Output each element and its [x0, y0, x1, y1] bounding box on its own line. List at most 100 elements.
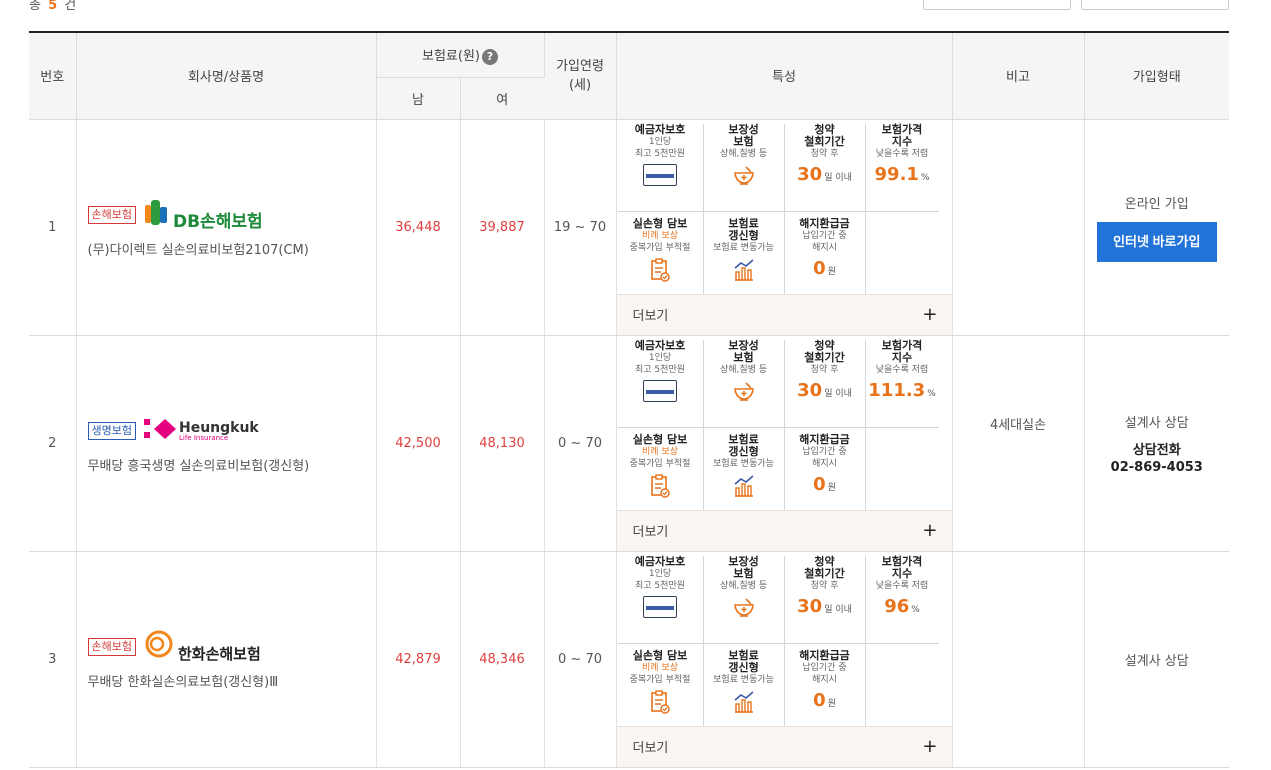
header-company: 회사명/상품명 [76, 32, 377, 120]
heungkuk-logo-icon [143, 418, 176, 440]
plus-icon: + [922, 736, 938, 757]
feature-deposit: 예금자보호 1인당 최고 5천만원 [617, 555, 704, 644]
features-grid: 예금자보호 1인당 최고 5천만원 보장성 보험 상해,질병 등 청약 철회기간 청약 후 … [617, 336, 952, 510]
company-logo: 한화손해보험 [144, 629, 261, 664]
join-age: 0 ~ 70 [544, 551, 617, 768]
join-age: 0 ~ 70 [544, 335, 617, 552]
table-row: 2 생명보험 Heungkuk Life Insurance 무배당 흥국생명 실… [29, 335, 1230, 552]
feature-withdraw: 청약 철회기간 청약 후 30 일 이내 [784, 123, 866, 212]
more-button[interactable]: 더보기 + [616, 509, 952, 551]
insurance-table: 번호 회사명/상품명 보험료(원)? 가입연령 (세) 특성 비고 가입형태 남… [29, 31, 1230, 768]
more-label: 더보기 [632, 525, 669, 540]
header-premium: 보험료(원)? [376, 32, 545, 78]
row-number: 1 [29, 119, 77, 336]
features-grid: 예금자보호 1인당 최고 5천만원 보장성 보험 상해,질병 등 청약 철회기간 청약 후 … [617, 552, 952, 726]
rising-chart-icon [732, 258, 756, 285]
more-label: 더보기 [632, 309, 669, 324]
feature-coverage: 보장성 보험 상해,질병 등 [703, 339, 785, 428]
product-name[interactable]: 무배당 한화실손의료보험(갱신형)Ⅲ [88, 671, 376, 690]
join-type-label: 설계사 상담 [1124, 415, 1189, 431]
feature-real-loss: 실손형 담보 비례 보상 중복가입 부적절 [618, 643, 704, 726]
premium-male: 42,500 [376, 335, 461, 552]
table-row: 1 손해보험 DB손해보험 (무)다이렉트 실손의료비보험2107(CM) 36… [29, 119, 1230, 336]
header-features: 특성 [616, 32, 953, 120]
features-cell: 예금자보호 1인당 최고 5천만원 보장성 보험 상해,질병 등 청약 철회기간 청약 후 … [616, 335, 953, 552]
header-female: 여 [460, 77, 545, 120]
feature-renewal: 보험료 갱신형 보험료 변동가능 [704, 643, 785, 726]
premium-female: 48,346 [460, 551, 545, 768]
header-age: 가입연령 (세) [544, 32, 617, 120]
row-number: 3 [29, 551, 77, 768]
company-cell: 생명보험 Heungkuk Life Insurance 무배당 흥국생명 실손의… [76, 335, 377, 552]
features-cell: 예금자보호 1인당 최고 5천만원 보장성 보험 상해,질병 등 청약 철회기간 청약 후 … [616, 551, 953, 768]
phone-number: 02-869-4053 [1110, 459, 1203, 475]
feature-refund: 해지환급금 납입기간 중 해지시 0원 [785, 427, 866, 510]
feature-renewal: 보험료 갱신형 보험료 변동가능 [704, 211, 785, 294]
sort-select-1[interactable] [923, 0, 1071, 10]
price-index-value: 96 [884, 595, 910, 617]
header-male: 남 [376, 77, 461, 120]
more-label: 더보기 [632, 741, 669, 756]
direct-join-button[interactable]: 인터넷 바로가입 [1096, 221, 1217, 262]
kdic-icon [643, 163, 678, 186]
feature-renewal: 보험료 갱신형 보험료 변동가능 [704, 427, 785, 510]
premium-male: 36,448 [376, 119, 461, 336]
company-cell: 손해보험 DB손해보험 (무)다이렉트 실손의료비보험2107(CM) [76, 119, 377, 336]
total-number: 5 [48, 0, 58, 13]
insurance-type-badge: 손해보험 [87, 205, 136, 224]
premium-male: 42,879 [376, 551, 461, 768]
db-logo-icon [144, 197, 170, 227]
clipboard-icon [649, 689, 671, 717]
remark-cell [952, 551, 1085, 768]
features-cell: 예금자보호 1인당 최고 5천만원 보장성 보험 상해,질병 등 청약 철회기간 청약 후 … [616, 119, 953, 336]
features-grid: 예금자보호 1인당 최고 5천만원 보장성 보험 상해,질병 등 청약 철회기간 청약 후 … [617, 120, 952, 294]
row-number: 2 [29, 335, 77, 552]
kdic-icon [643, 379, 678, 402]
table-row: 3 손해보험 한화손해보험 무배당 한화실손의료보험(갱신형)Ⅲ 42,879 … [29, 551, 1230, 768]
join-cell: 온라인 가입 인터넷 바로가입 [1084, 119, 1230, 336]
header-no: 번호 [29, 32, 77, 120]
feature-real-loss: 실손형 담보 비례 보상 중복가입 부적절 [618, 427, 704, 510]
rising-chart-icon [732, 690, 756, 717]
join-cell: 설계사 상담 상담전화 02-869-4053 [1084, 335, 1230, 552]
help-icon[interactable]: ? [482, 48, 498, 65]
medicine-bowl-icon [732, 164, 756, 189]
feature-price-index: 보험가격 지수 낮을수록 저렴 99.1% [865, 123, 939, 212]
remark-cell: 4세대실손 [952, 335, 1085, 552]
insurance-type-badge: 생명보험 [87, 421, 136, 440]
insurance-type-badge: 손해보험 [87, 637, 136, 656]
product-name[interactable]: (무)다이렉트 실손의료비보험2107(CM) [88, 239, 376, 258]
total-suffix: 건 [64, 0, 77, 13]
company-brand-row: 손해보험 한화손해보험 [87, 629, 376, 665]
price-index-value: 99.1 [874, 163, 919, 185]
plus-icon: + [922, 304, 938, 325]
feature-deposit: 예금자보호 1인당 최고 5천만원 [617, 339, 704, 428]
clipboard-icon [649, 473, 671, 501]
join-type-label: 온라인 가입 [1124, 196, 1189, 212]
header-premium-label: 보험료(원) [422, 49, 480, 64]
header-join: 가입형태 [1084, 32, 1230, 120]
premium-female: 39,887 [460, 119, 545, 336]
medicine-bowl-icon [732, 380, 756, 405]
company-brand-row: 생명보험 Heungkuk Life Insurance [87, 413, 376, 449]
kdic-icon [643, 595, 678, 618]
feature-real-loss: 실손형 담보 비례 보상 중복가입 부적절 [618, 211, 704, 294]
join-cell: 설계사 상담 [1084, 551, 1230, 768]
total-count: 총 5 건 [29, 0, 76, 13]
company-brand-row: 손해보험 DB손해보험 [87, 197, 376, 233]
product-name[interactable]: 무배당 흥국생명 실손의료비보험(갱신형) [88, 455, 376, 474]
company-logo: Heungkuk Life Insurance [143, 418, 259, 444]
company-cell: 손해보험 한화손해보험 무배당 한화실손의료보험(갱신형)Ⅲ [76, 551, 377, 768]
join-age: 19 ~ 70 [544, 119, 617, 336]
remark-cell [952, 119, 1085, 336]
sort-select-2[interactable] [1081, 0, 1229, 10]
phone-title: 상담전화 [1132, 442, 1181, 458]
premium-female: 48,130 [460, 335, 545, 552]
feature-price-index: 보험가격 지수 낮을수록 저렴 96% [865, 555, 939, 644]
price-index-value: 111.3 [868, 379, 926, 401]
header-remark: 비고 [952, 32, 1085, 120]
more-button[interactable]: 더보기 + [616, 293, 952, 335]
medicine-bowl-icon [732, 596, 756, 621]
rising-chart-icon [732, 474, 756, 501]
more-button[interactable]: 더보기 + [616, 725, 952, 767]
